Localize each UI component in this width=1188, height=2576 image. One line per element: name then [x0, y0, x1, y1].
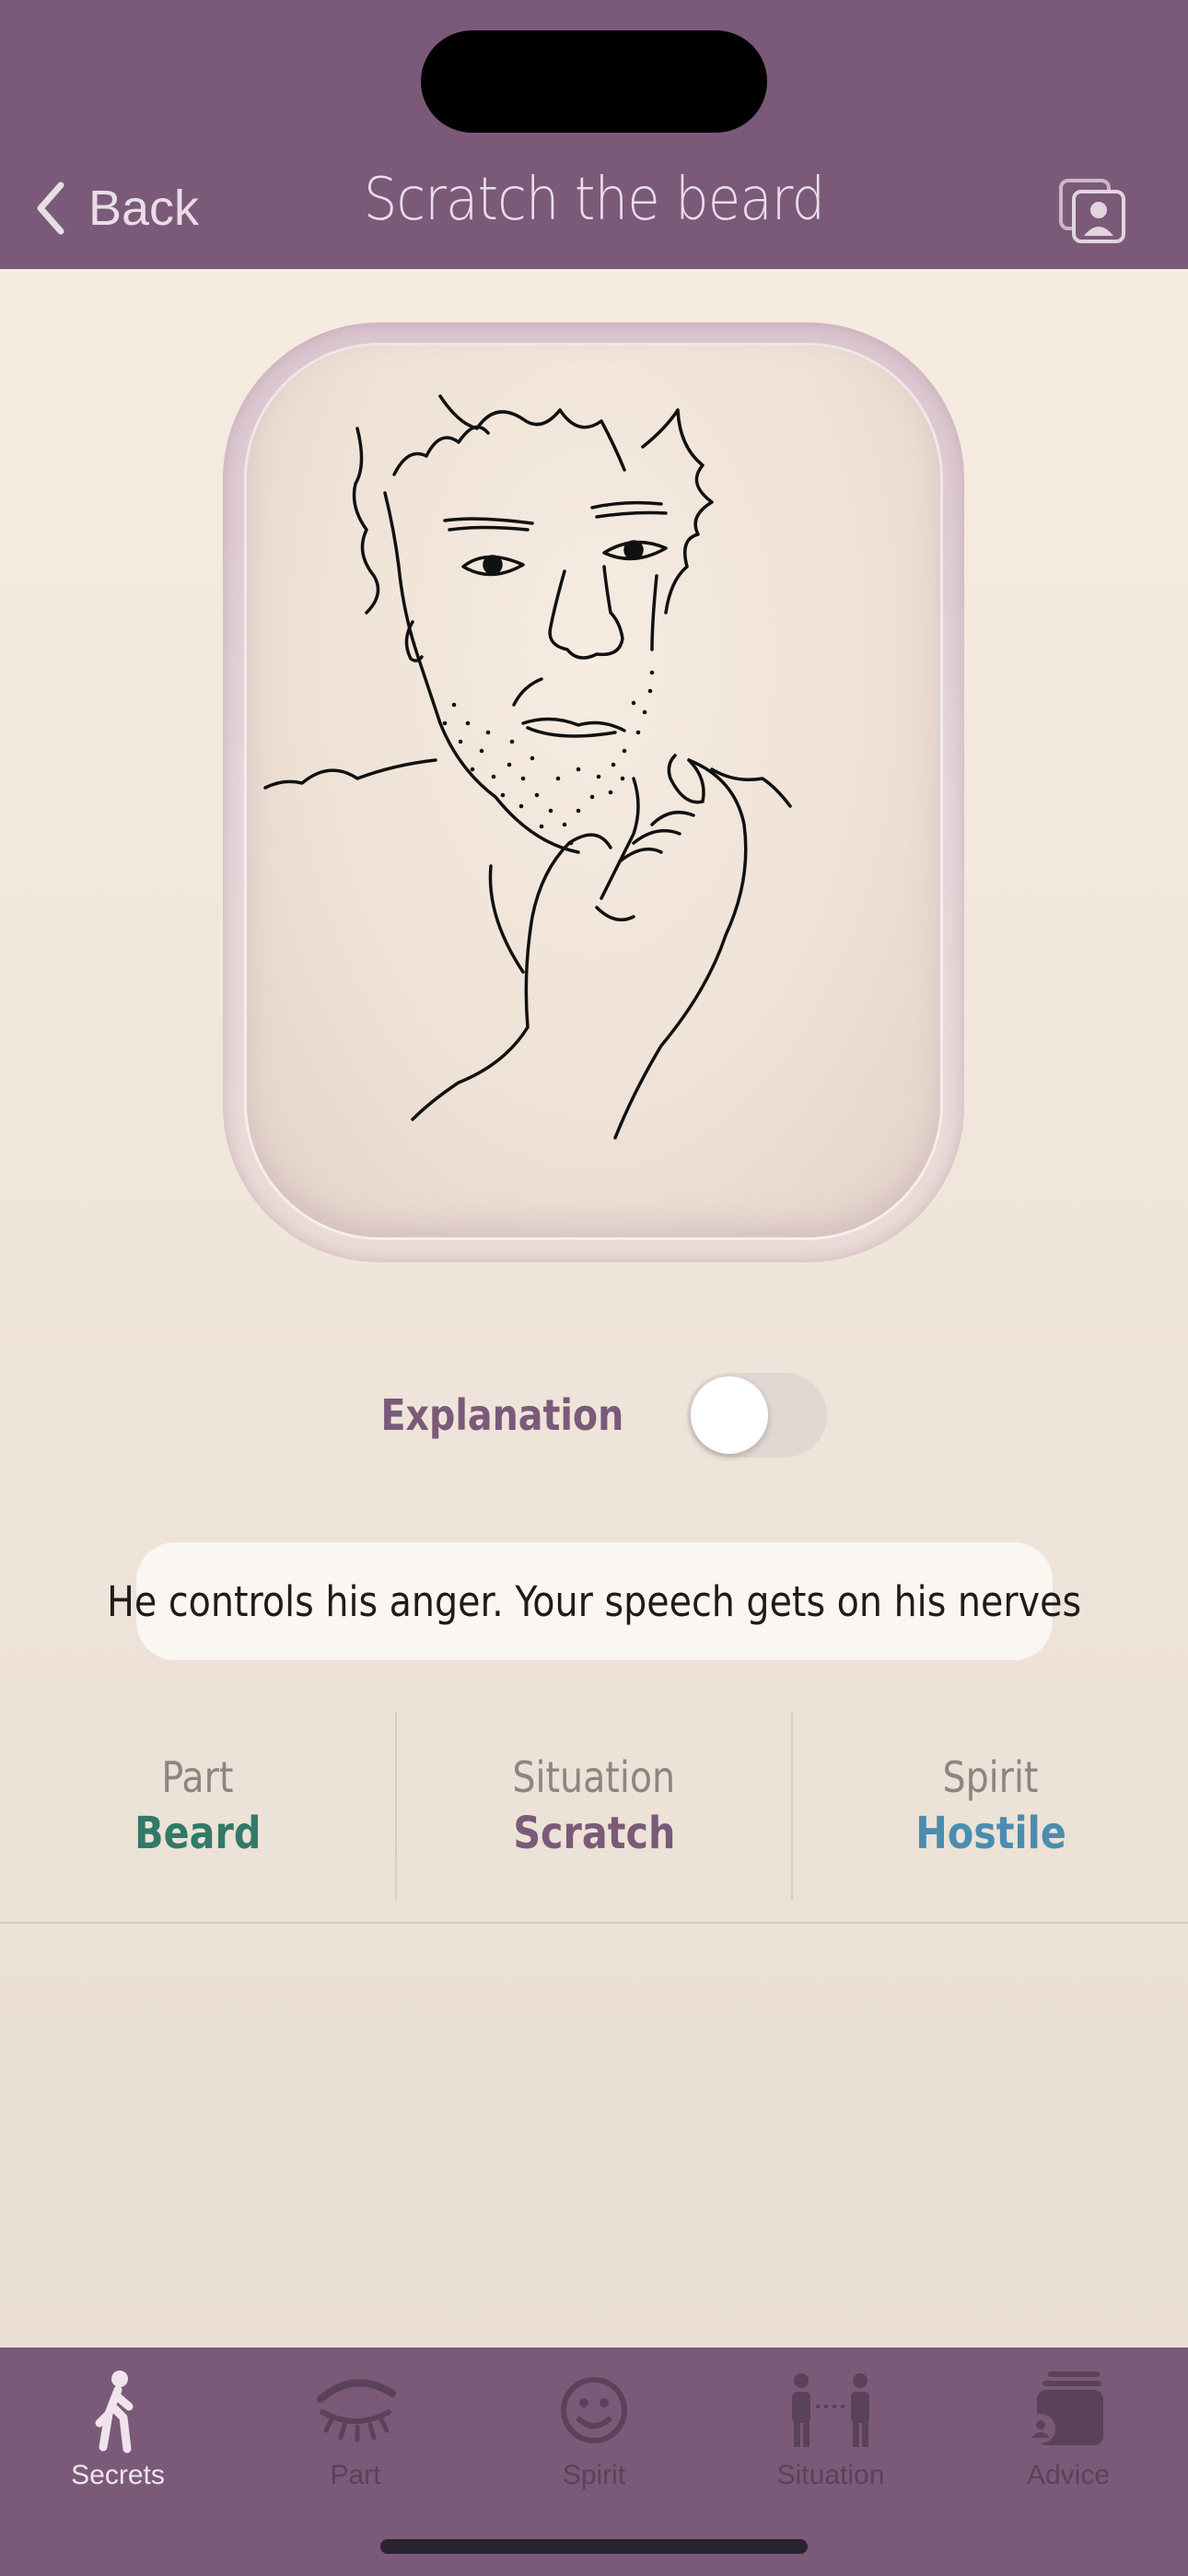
stacked-cards-icon [1026, 2371, 1103, 2445]
attribute-key: Spirit [942, 1752, 1039, 1802]
tab-label: Part [330, 2460, 381, 2490]
attribute-key: Part [161, 1752, 234, 1802]
page-title: Scratch the beard [363, 166, 825, 234]
tab-situation[interactable]: Situation [739, 2366, 923, 2504]
tab-secrets[interactable]: Secrets [26, 2366, 210, 2504]
tab-part[interactable]: Part [263, 2366, 448, 2504]
two-people-icon [792, 2373, 869, 2447]
home-indicator [380, 2539, 808, 2554]
contact-card-button[interactable] [1057, 175, 1127, 245]
attribute-value: Hostile [914, 1808, 1066, 1859]
tab-label: Situation [776, 2460, 885, 2490]
explanation-toggle-label: Explanation [380, 1390, 623, 1440]
eye-icon [317, 2379, 396, 2442]
illustration-frame [223, 322, 964, 1262]
tab-advice[interactable]: Advice [976, 2366, 1160, 2504]
tab-label: Advice [1026, 2460, 1111, 2490]
divider [0, 1922, 1188, 1924]
illustration [247, 345, 940, 1237]
attribute-part: Part Beard [0, 1712, 395, 1900]
explanation-text: He controls his anger. Your speech gets … [107, 1576, 1082, 1626]
dynamic-island [421, 30, 767, 133]
explanation-toggle-row: Explanation [0, 1371, 1188, 1459]
tab-label: Spirit [562, 2460, 626, 2490]
attribute-value: Beard [134, 1808, 261, 1859]
man-scratching-beard-illustration [263, 394, 792, 1140]
walking-person-icon [95, 2371, 134, 2453]
nav-bar: Back Scratch the beard [0, 0, 1188, 269]
switch-knob [691, 1376, 769, 1454]
attribute-value: Scratch [512, 1808, 676, 1859]
explanation-switch[interactable] [687, 1373, 828, 1458]
attribute-spirit: Spirit Hostile [791, 1712, 1188, 1900]
tab-label: Secrets [71, 2460, 165, 2490]
attributes-row: Part Beard Situation Scratch Spirit Host… [0, 1712, 1188, 1900]
smiley-icon [561, 2377, 627, 2443]
attribute-key: Situation [512, 1752, 676, 1802]
contact-card-icon [1059, 179, 1125, 243]
attribute-situation: Situation Scratch [394, 1712, 792, 1900]
explanation-text-box: He controls his anger. Your speech gets … [108, 1542, 1081, 1660]
tab-spirit[interactable]: Spirit [502, 2366, 686, 2504]
